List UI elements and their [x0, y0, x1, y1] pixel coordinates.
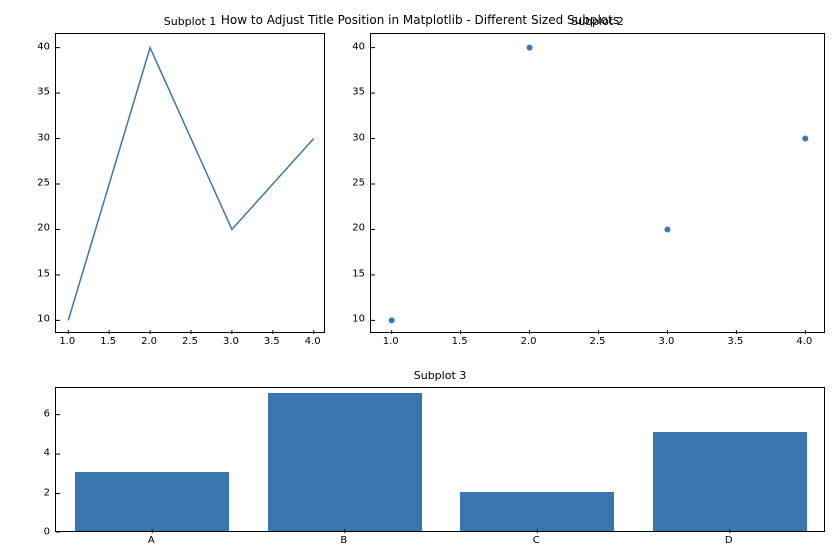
ax3-bar-plot [55, 387, 825, 532]
ax3-xtick: B [340, 535, 347, 546]
ax1-ytick: 25 [37, 178, 50, 189]
ax1-xtick: 1.5 [100, 336, 116, 347]
ax2-scatter-plot [370, 33, 825, 333]
ax3-title: Subplot 3 [55, 369, 825, 382]
ax1-line [68, 48, 313, 321]
ax3-ytick: 4 [44, 448, 50, 459]
ax2-ytick: 35 [352, 87, 365, 98]
ax2-xtick: 3.0 [658, 336, 674, 347]
ax2-ytick: 10 [352, 314, 365, 325]
ax2-ytick: 40 [352, 41, 365, 52]
ax1-ytick: 15 [37, 268, 50, 279]
figure: How to Adjust Title Position in Matplotl… [0, 0, 840, 560]
ax1-xtick: 4.0 [305, 336, 321, 347]
ax2-ytick: 30 [352, 132, 365, 143]
ax2-xtick: 3.5 [727, 336, 743, 347]
ax3-xtick: D [725, 535, 733, 546]
ax3-xtick: A [148, 535, 155, 546]
ax1-xtick: 3.0 [223, 336, 239, 347]
ax1-xtick: 2.5 [182, 336, 198, 347]
ax1-svg [56, 34, 326, 334]
ax2-ytick: 15 [352, 268, 365, 279]
ax1-title: Subplot 1 [55, 15, 325, 28]
ax2-points [389, 45, 809, 324]
ax1-line-plot [55, 33, 325, 333]
ax1-ytick: 20 [37, 223, 50, 234]
ax1-ytick: 40 [37, 41, 50, 52]
ax1-xtick: 1.0 [59, 336, 75, 347]
ax2-xtick: 4.0 [796, 336, 812, 347]
ax1-ytick: 10 [37, 314, 50, 325]
ax2-title: Subplot 2 [370, 15, 825, 28]
ax2-xtick: 1.5 [452, 336, 468, 347]
ax1-xtick: 3.5 [264, 336, 280, 347]
ax1-ytick: 35 [37, 87, 50, 98]
ax2-xtick: 2.0 [521, 336, 537, 347]
ax2-xtick: 1.0 [383, 336, 399, 347]
ax3-ytick: 6 [44, 408, 50, 419]
ax1-ytick: 30 [37, 132, 50, 143]
ax3-xtick: C [533, 535, 540, 546]
ax3-svg [56, 388, 826, 533]
ax3-ytick: 2 [44, 487, 50, 498]
ax2-xtick: 2.5 [590, 336, 606, 347]
ax2-ytick: 25 [352, 178, 365, 189]
ax1-xtick: 2.0 [141, 336, 157, 347]
ax3-ytick: 0 [44, 527, 50, 538]
ax2-svg [371, 34, 826, 334]
ax2-ytick: 20 [352, 223, 365, 234]
